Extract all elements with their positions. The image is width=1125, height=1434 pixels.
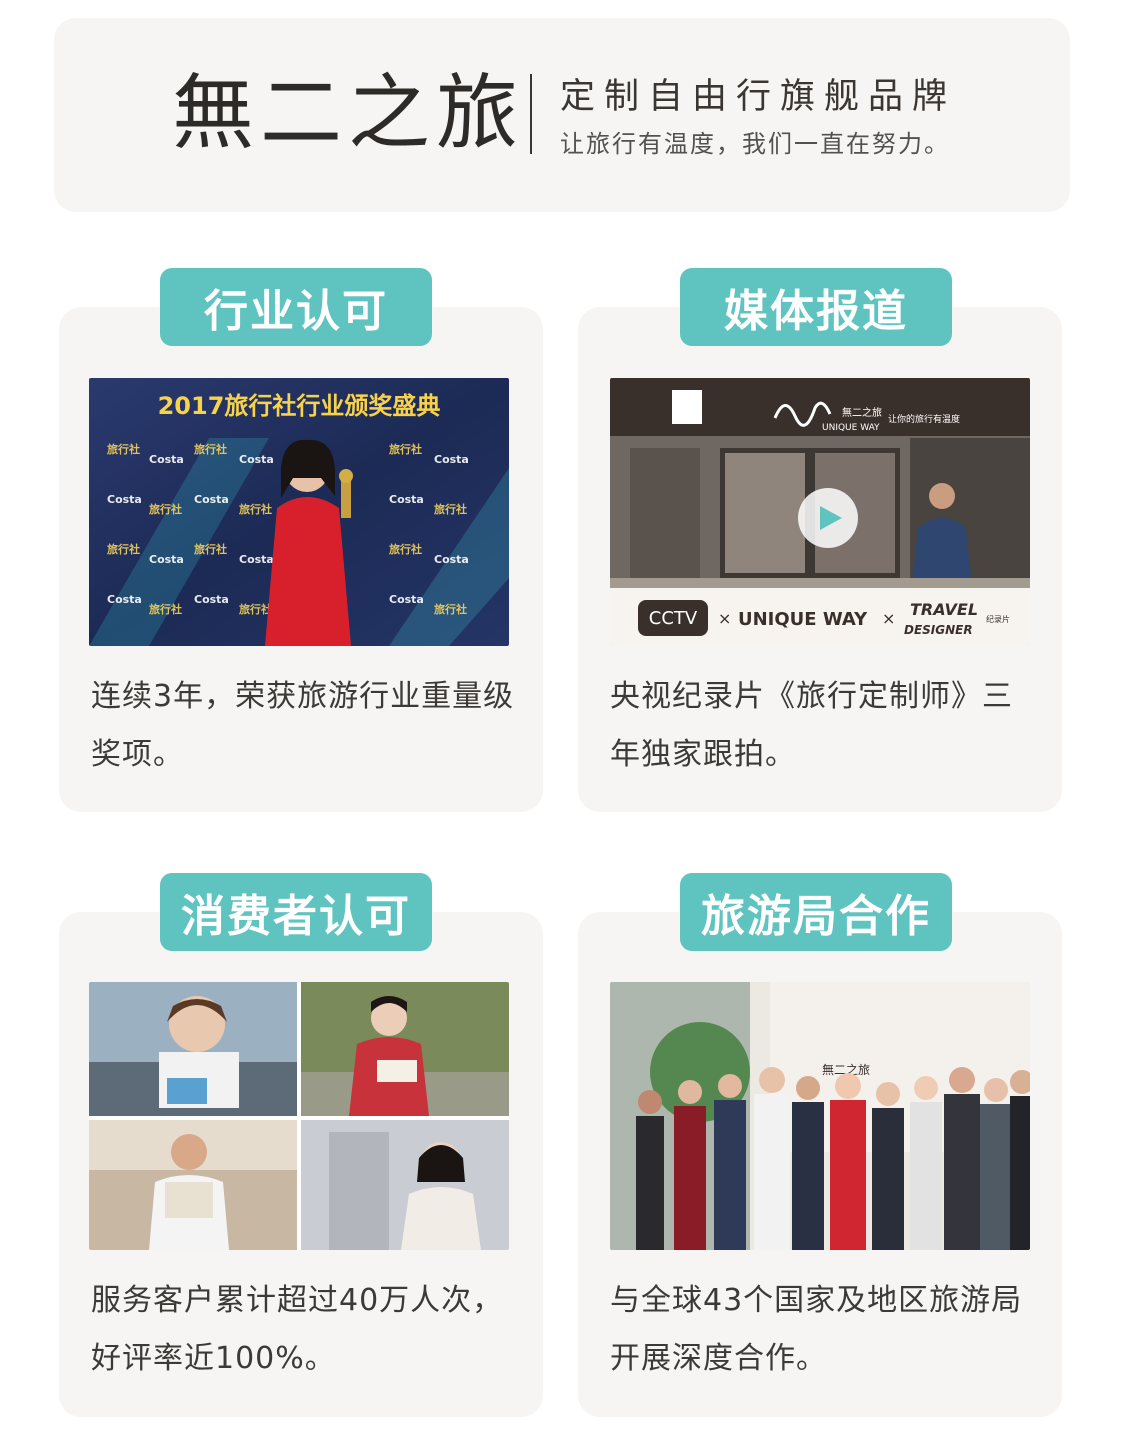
sponsor-logo: 旅行社 xyxy=(194,542,227,556)
sponsor-logo: Costa xyxy=(107,493,142,506)
caption-industry-recognition: 连续3年，荣获旅游行业重量级奖项。 xyxy=(91,679,515,772)
sponsor-logo: Costa xyxy=(434,453,469,466)
tourism-board-group-photo: 無二之旅 xyxy=(610,982,1030,1250)
award-banner-text: 2017旅行社行业颁奖盛典 xyxy=(158,392,441,420)
sponsor-logo: Costa xyxy=(194,593,229,606)
program-title: DESIGNER xyxy=(904,623,973,637)
brand-tagline: 定制自由行旗舰品牌 xyxy=(560,77,957,117)
sponsor-logo: Costa xyxy=(194,493,229,506)
sponsor-logo: 旅行社 xyxy=(149,602,182,616)
brand-slogan: 让旅行有温度，我们一直在努力。 xyxy=(560,130,950,158)
sponsor-logo: Costa xyxy=(239,453,274,466)
program-tag: 纪录片 xyxy=(986,614,1010,624)
sponsor-logo: 旅行社 xyxy=(434,602,467,616)
sponsor-logo: 旅行社 xyxy=(389,442,422,456)
sponsor-logo: 旅行社 xyxy=(149,502,182,516)
brand-header: 無二之旅 定制自由行旗舰品牌 让旅行有温度，我们一直在努力。 xyxy=(54,18,1070,212)
sponsor-logo: Costa xyxy=(239,553,274,566)
cross-mark: × xyxy=(882,609,895,628)
caption-consumer-recognition: 服务客户累计超过40万人次，好评率近100%。 xyxy=(91,1283,504,1376)
customer-photo-collage xyxy=(89,982,509,1250)
sponsor-logo: Costa xyxy=(149,453,184,466)
sponsor-logo: Costa xyxy=(149,553,184,566)
documentary-video-thumbnail[interactable]: 無二之旅 UNIQUE WAY 让你的旅行有温度 CCTV × UNIQUE W… xyxy=(610,378,1030,646)
sponsor-logo: 旅行社 xyxy=(194,442,227,456)
program-title: TRAVEL xyxy=(910,600,978,619)
badge-industry-recognition: 行业认可 xyxy=(160,268,432,346)
caption-tourism-board-cooperation: 与全球43个国家及地区旅游局开展深度合作。 xyxy=(610,1283,1023,1376)
sponsor-logo: 旅行社 xyxy=(434,502,467,516)
store-sign-text: 無二之旅 xyxy=(842,406,882,419)
brand-logo-text: 無二之旅 xyxy=(172,66,525,161)
sponsor-logo: Costa xyxy=(434,553,469,566)
badge-tourism-board-cooperation: 旅游局合作 xyxy=(680,873,952,951)
badge-consumer-recognition: 消费者认可 xyxy=(160,873,432,951)
sponsor-logo: 旅行社 xyxy=(239,502,272,516)
sponsor-logo: Costa xyxy=(389,593,424,606)
caption-media-coverage: 央视纪录片《旅行定制师》三年独家跟拍。 xyxy=(610,679,1013,772)
sponsor-logo: 旅行社 xyxy=(107,542,140,556)
sponsor-logo: 旅行社 xyxy=(107,442,140,456)
award-ceremony-photo: 旅行社 Costa 旅行社 Costa 旅行社 Costa Costa 旅行社 … xyxy=(89,378,509,646)
sponsor-logo: Costa xyxy=(389,493,424,506)
cross-mark: × xyxy=(718,609,731,628)
sponsor-logo: Costa xyxy=(107,593,142,606)
partner-logo: UNIQUE WAY xyxy=(738,609,868,630)
sponsor-logo: 旅行社 xyxy=(389,542,422,556)
cctv-logo: CCTV xyxy=(649,608,698,629)
badge-media-coverage: 媒体报道 xyxy=(680,268,952,346)
store-sign-text: 让你的旅行有温度 xyxy=(888,413,960,425)
header-divider xyxy=(530,74,532,154)
store-sign-text: UNIQUE WAY xyxy=(822,423,880,433)
sponsor-logo: 旅行社 xyxy=(239,602,272,616)
